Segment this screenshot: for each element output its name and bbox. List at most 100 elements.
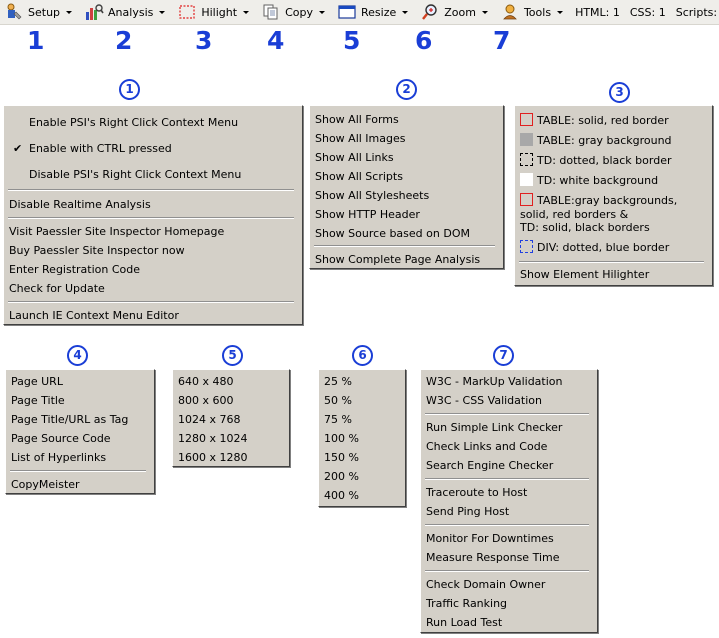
menu-item-complete-analysis[interactable]: Show Complete Page Analysis [315,253,480,267]
hilight-dropdown-icon [243,10,250,14]
menu-item-show-links[interactable]: Show All Links [315,151,394,165]
menu-item-div-blue-border[interactable]: DIV: dotted, blue border [537,241,669,255]
menu-item-show-forms[interactable]: Show All Forms [315,113,399,127]
menu-item-w3c-css[interactable]: W3C - CSS Validation [426,394,542,408]
menu-item-table-gray-background[interactable]: TABLE: gray background [537,134,672,148]
hilight-label: Hilight [201,5,238,19]
menu-item-page-url[interactable]: Page URL [11,375,63,389]
menu-item-1024x768[interactable]: 1024 x 768 [178,413,241,427]
resize-button[interactable]: Resize [334,0,413,24]
menu-item-show-http-header[interactable]: Show HTTP Header [315,208,420,222]
menu-item-traceroute[interactable]: Traceroute to Host [426,486,527,500]
resize-dropdown-icon [402,10,409,14]
tools-dropdown-icon [557,10,564,14]
menu-item-1280x1024[interactable]: 1280 x 1024 [178,432,248,446]
menu-item-monitor-downtimes[interactable]: Monitor For Downtimes [426,532,554,546]
analysis-label: Analysis [108,5,154,19]
copy-button[interactable]: Copy [258,0,330,24]
tools-button[interactable]: Tools [497,0,568,24]
menu-item-search-engine-checker[interactable]: Search Engine Checker [426,459,553,473]
hilight-menu: TABLE: solid, red border TABLE: gray bac… [514,105,713,286]
html-count-button[interactable]: HTML: 1 [572,0,623,24]
label-number-5: 5 [343,26,361,55]
menu-item-show-stylesheets[interactable]: Show All Stylesheets [315,189,429,203]
menu-item-ping-host[interactable]: Send Ping Host [426,505,509,519]
menu-item-w3c-markup[interactable]: W3C - MarkUp Validation [426,375,563,389]
zoom-magnifier-icon [420,2,440,22]
menu-item-zoom-150[interactable]: 150 % [324,451,359,465]
gray-background-swatch-icon [520,133,533,146]
menu-item-buy-now[interactable]: Buy Paessler Site Inspector now [9,244,185,258]
menu-item-table-combined-line3[interactable]: TD: solid, black borders [520,221,650,235]
setup-button[interactable]: Setup [1,0,77,24]
menu-item-disable-context-menu[interactable]: Disable PSI's Right Click Context Menu [29,168,241,182]
menu-item-page-title[interactable]: Page Title [11,394,65,408]
menu-item-enable-with-ctrl[interactable]: Enable with CTRL pressed [29,142,172,156]
menu-item-element-hilighter[interactable]: Show Element Hilighter [520,268,649,282]
menu-item-table-combined[interactable]: TABLE:gray backgrounds, [537,194,677,208]
hilight-button[interactable]: Hilight [174,0,254,24]
menu-separator [8,301,294,303]
menu-item-page-source[interactable]: Page Source Code [11,432,111,446]
menu-item-zoom-200[interactable]: 200 % [324,470,359,484]
tools-menu: W3C - MarkUp Validation W3C - CSS Valida… [420,369,598,633]
label-number-3: 3 [195,26,213,55]
menu-item-zoom-400[interactable]: 400 % [324,489,359,503]
tools-label: Tools [523,5,552,19]
menu-item-zoom-50[interactable]: 50 % [324,394,352,408]
menu-separator [425,413,589,415]
menu-item-registration-code[interactable]: Enter Registration Code [9,263,140,277]
menu-item-domain-owner[interactable]: Check Domain Owner [426,578,545,592]
menu-item-simple-link-checker[interactable]: Run Simple Link Checker [426,421,562,435]
menu-item-show-source-dom[interactable]: Show Source based on DOM [315,227,470,241]
scripts-count-button[interactable]: Scripts: 1 [673,0,719,24]
menu-item-zoom-25[interactable]: 25 % [324,375,352,389]
menu-item-1600x1280[interactable]: 1600 x 1280 [178,451,248,465]
menu-item-800x600[interactable]: 800 x 600 [178,394,234,408]
menu-item-td-dotted-border[interactable]: TD: dotted, black border [537,154,671,168]
copy-menu: Page URL Page Title Page Title/URL as Ta… [5,369,155,494]
menu-item-zoom-100[interactable]: 100 % [324,432,359,446]
menu-item-640x480[interactable]: 640 x 480 [178,375,234,389]
menu-item-show-images[interactable]: Show All Images [315,132,406,146]
menu-separator [8,189,294,191]
menu-item-disable-realtime[interactable]: Disable Realtime Analysis [9,198,151,212]
menu-item-measure-response[interactable]: Measure Response Time [426,551,560,565]
menu-item-check-links-code[interactable]: Check Links and Code [426,440,547,454]
circle-number-7: 7 [493,345,514,366]
combined-red-border-swatch-icon [520,193,533,206]
menu-item-show-scripts[interactable]: Show All Scripts [315,170,403,184]
menu-item-load-test[interactable]: Run Load Test [426,616,502,630]
menu-item-enable-context-menu[interactable]: Enable PSI's Right Click Context Menu [29,116,238,130]
dotted-blue-border-swatch-icon [520,240,533,253]
menu-separator [425,524,589,526]
menu-item-page-title-url-tag[interactable]: Page Title/URL as Tag [11,413,128,427]
html-count-label: HTML: 1 [575,5,620,19]
menu-separator [10,470,146,472]
menu-item-hyperlinks[interactable]: List of Hyperlinks [11,451,106,465]
setup-label: Setup [28,5,61,19]
analysis-menu: Show All Forms Show All Images Show All … [309,105,504,269]
menu-item-copymeister[interactable]: CopyMeister [11,478,80,492]
menu-item-launch-editor[interactable]: Launch IE Context Menu Editor [9,309,179,323]
zoom-button[interactable]: Zoom [417,0,493,24]
analysis-button[interactable]: Analysis [81,0,170,24]
resize-label: Resize [360,5,397,19]
copy-dropdown-icon [318,10,325,14]
menu-item-table-combined-line2[interactable]: solid, red borders & [520,208,628,222]
css-count-button[interactable]: CSS: 1 [627,0,669,24]
zoom-menu: 25 % 50 % 75 % 100 % 150 % 200 % 400 % [318,369,406,507]
menu-item-visit-homepage[interactable]: Visit Paessler Site Inspector Homepage [9,225,224,239]
resize-window-icon [337,2,357,22]
menu-item-zoom-75[interactable]: 75 % [324,413,352,427]
copy-icon [261,2,281,22]
white-background-swatch-icon [520,173,533,186]
circle-number-1: 1 [119,79,140,100]
menu-item-check-update[interactable]: Check for Update [9,282,105,296]
psi-toolbar: Setup Analysis Hilight Copy Resize Zoom … [0,0,719,25]
circle-number-6: 6 [352,345,373,366]
menu-item-td-white-background[interactable]: TD: white background [537,174,658,188]
menu-item-traffic-ranking[interactable]: Traffic Ranking [426,597,507,611]
menu-item-table-red-border[interactable]: TABLE: solid, red border [537,114,669,128]
setup-icon [4,2,24,22]
